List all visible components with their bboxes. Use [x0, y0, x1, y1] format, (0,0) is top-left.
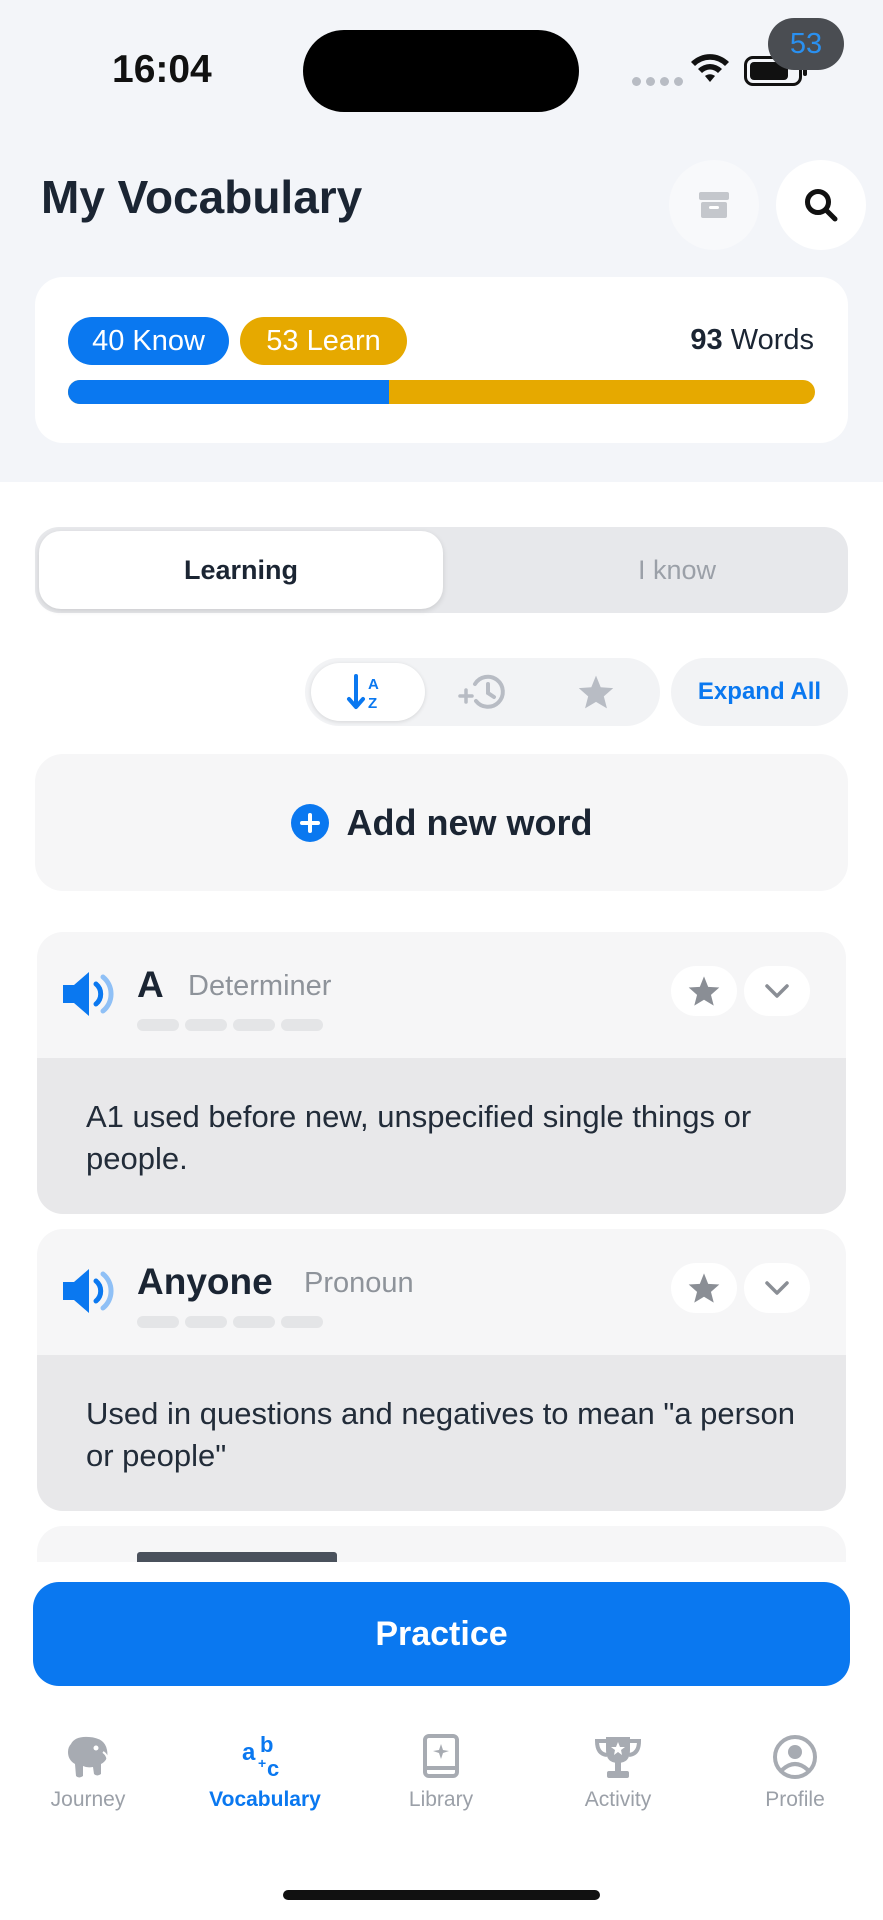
home-indicator: [283, 1890, 600, 1900]
total-words-number: 93: [690, 324, 723, 356]
history-add-icon: [458, 674, 505, 709]
chevron-down-icon: [765, 1281, 789, 1295]
word-card[interactable]: Anyone Pronoun Used in questions and neg…: [37, 1229, 846, 1511]
profile-icon: [773, 1735, 817, 1779]
sort-recent-button[interactable]: [425, 663, 539, 721]
archive-button[interactable]: [669, 160, 759, 250]
status-time: 16:04: [112, 48, 212, 91]
dynamic-island: [303, 30, 579, 112]
vocabulary-progress-bar: [68, 380, 815, 404]
word-part-of-speech: Pronoun: [304, 1267, 414, 1299]
tab-activity[interactable]: Activity: [533, 1720, 703, 1830]
favorite-button[interactable]: [671, 1263, 737, 1313]
archive-icon: [699, 192, 729, 218]
tab-label: Library: [408, 1788, 474, 1811]
bottom-tab-bar: Journey a b c + Vocabulary Library Activ…: [0, 1720, 883, 1830]
tab-i-know[interactable]: I know: [475, 531, 879, 609]
word-term: A: [137, 964, 164, 1005]
status-bar: 16:04 53: [0, 0, 883, 120]
svg-text:c: c: [267, 1756, 279, 1780]
speaker-icon[interactable]: [61, 966, 119, 1022]
search-button[interactable]: [776, 160, 866, 250]
chevron-down-icon: [765, 984, 789, 998]
tab-label: Vocabulary: [209, 1788, 321, 1811]
wifi-icon: [691, 54, 729, 82]
expand-word-button[interactable]: [744, 1263, 810, 1313]
search-icon: [805, 189, 838, 222]
speaker-icon[interactable]: [61, 1263, 119, 1319]
word-level-bars: [137, 1019, 323, 1031]
abc-icon: a b c +: [242, 1732, 279, 1780]
tab-label: Activity: [584, 1788, 652, 1811]
tab-label: Journey: [50, 1788, 126, 1811]
sort-alpha-icon: A Z: [347, 674, 379, 712]
word-card-header: Anyone Pronoun: [37, 1229, 846, 1355]
word-term: Anyone: [137, 1261, 273, 1302]
sort-options: A Z: [305, 658, 660, 726]
know-count-badge: 40 Know: [68, 317, 229, 365]
tab-label: Profile: [765, 1788, 825, 1811]
word-definition: Used in questions and negatives to mean …: [37, 1355, 846, 1511]
vocabulary-stats-card: 40 Know 53 Learn 93 Words: [35, 277, 848, 443]
header-area: 16:04 53 My Vocabulary 40 Know 53 Learn …: [0, 0, 883, 482]
word-card-header: A Determiner: [37, 932, 846, 1058]
svg-text:b: b: [260, 1732, 273, 1757]
word-card-partial[interactable]: [37, 1526, 846, 1566]
add-new-word-button[interactable]: Add new word: [35, 754, 848, 891]
svg-text:A: A: [368, 676, 379, 693]
elephant-icon: [68, 1736, 109, 1778]
notification-badge: 53: [768, 18, 844, 70]
tab-learning[interactable]: Learning: [39, 531, 443, 609]
tab-library[interactable]: Library: [356, 1720, 526, 1830]
word-part-of-speech: Determiner: [188, 970, 332, 1002]
star-icon: [688, 1273, 720, 1303]
page-title: My Vocabulary: [41, 171, 363, 223]
svg-text:Z: Z: [368, 695, 377, 712]
progress-know-segment: [68, 380, 390, 404]
list-segmented-control: Learning I know: [35, 527, 848, 613]
word-card[interactable]: A Determiner A1 used before new, unspeci…: [37, 932, 846, 1214]
svg-text:a: a: [242, 1739, 256, 1766]
plus-circle-icon: [290, 803, 329, 842]
tab-journey[interactable]: Journey: [3, 1720, 173, 1830]
trophy-icon: [594, 1737, 642, 1778]
sort-alphabetical-button[interactable]: A Z: [311, 663, 425, 721]
word-level-bars: [137, 1316, 323, 1328]
add-new-word-label: Add new word: [346, 801, 593, 843]
favorite-button[interactable]: [671, 966, 737, 1016]
practice-button[interactable]: Practice: [33, 1582, 850, 1686]
tab-vocabulary[interactable]: a b c + Vocabulary: [180, 1720, 350, 1830]
total-words: 93 Words: [690, 324, 814, 357]
svg-text:+: +: [258, 1755, 266, 1771]
expand-all-button[interactable]: Expand All: [671, 658, 848, 726]
tab-profile[interactable]: Profile: [710, 1720, 880, 1830]
star-icon: [578, 675, 614, 709]
learn-count-badge: 53 Learn: [240, 317, 407, 365]
word-definition: A1 used before new, unspecified single t…: [37, 1058, 846, 1214]
star-icon: [688, 976, 720, 1006]
book-icon: [423, 1734, 459, 1778]
expand-word-button[interactable]: [744, 966, 810, 1016]
cellular-signal-icon: [632, 77, 683, 86]
sort-starred-button[interactable]: [539, 663, 653, 721]
total-words-unit: Words: [730, 324, 814, 356]
